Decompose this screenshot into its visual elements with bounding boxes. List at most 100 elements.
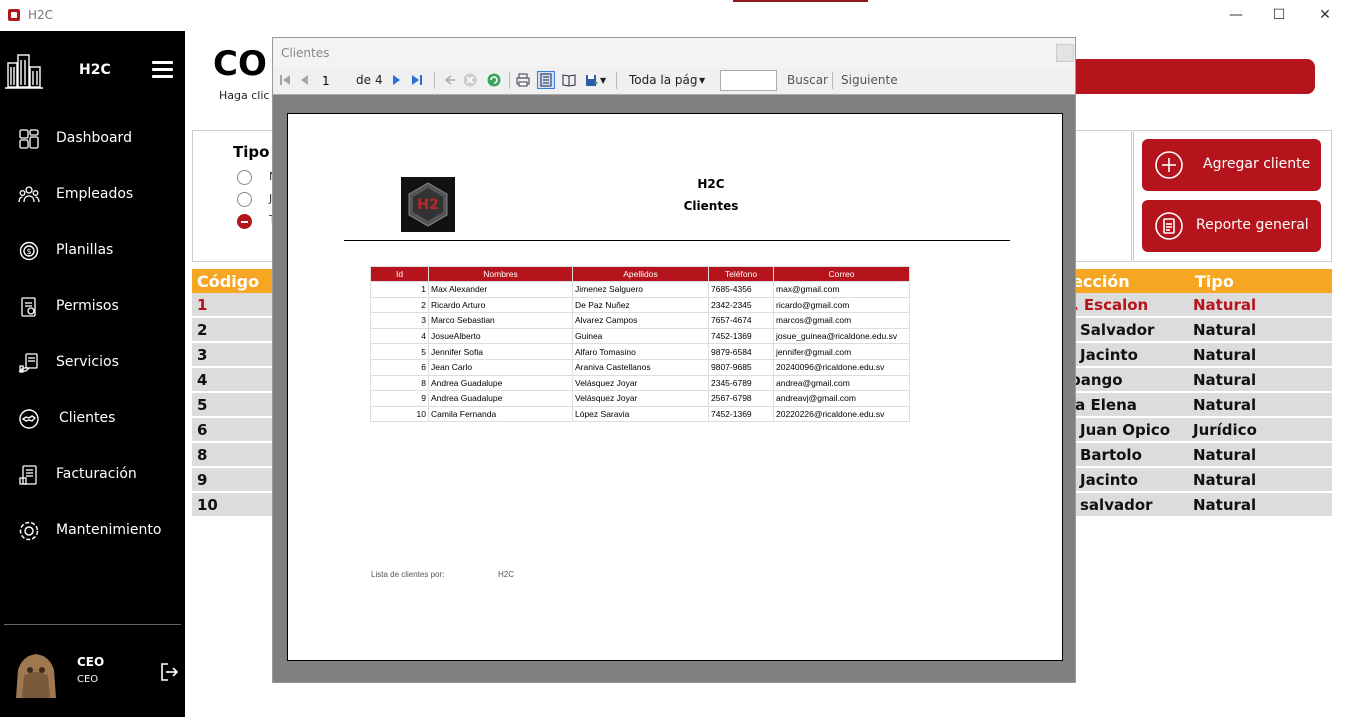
report-column-header: Apellidos bbox=[572, 266, 709, 282]
logout-icon[interactable] bbox=[158, 661, 180, 683]
table-cell-address: Bartolo bbox=[1080, 446, 1142, 464]
next-page-icon[interactable] bbox=[388, 72, 404, 88]
table-cell-type: Natural bbox=[1193, 496, 1257, 514]
payroll-icon: $ bbox=[19, 241, 39, 261]
sidebar-item-label: Dashboard bbox=[56, 130, 132, 146]
add-client-button[interactable]: Agregar cliente bbox=[1142, 139, 1321, 191]
report-cell: JosueAlberto bbox=[428, 327, 573, 345]
table-cell-code: 1 bbox=[197, 296, 208, 314]
report-cell: Andrea Guadalupe bbox=[428, 390, 573, 407]
table-cell-code: 10 bbox=[197, 496, 218, 514]
chevron-down-icon[interactable]: ▼ bbox=[600, 76, 606, 85]
report-page: H2 H2C Clientes Id Nombres Apellidos Tel… bbox=[287, 113, 1063, 661]
sidebar-item-planillas[interactable]: $ Planillas bbox=[0, 231, 185, 271]
dialog-titlebar: Clientes bbox=[273, 38, 1075, 67]
table-cell-address: Jacinto bbox=[1080, 346, 1138, 364]
sidebar-item-empleados[interactable]: Empleados bbox=[0, 175, 185, 215]
report-cell: 7685-4356 bbox=[708, 281, 774, 298]
report-cell: max@gmail.com bbox=[773, 281, 910, 298]
report-cell: 1 bbox=[370, 281, 429, 298]
table-cell-type: Natural bbox=[1193, 346, 1257, 364]
sidebar-item-servicios[interactable]: Servicios bbox=[0, 343, 185, 383]
page-of-label: de bbox=[356, 73, 371, 87]
report-row: 3 Marco Sebastian Alvarez Campos 7657-4674 m… bbox=[370, 312, 910, 329]
previous-page-icon[interactable] bbox=[297, 72, 313, 88]
sidebar-item-dashboard[interactable]: Dashboard bbox=[0, 119, 185, 159]
report-row: 8 Andrea Guadalupe Velásquez Joyar 2345-678… bbox=[370, 374, 910, 392]
search-bar[interactable] bbox=[1060, 59, 1315, 94]
page-setup-icon[interactable] bbox=[561, 72, 577, 88]
report-cell: 2 bbox=[370, 296, 429, 314]
report-cell: josue_guinea@ricaldone.edu.sv bbox=[773, 327, 910, 345]
clipboard-icon bbox=[1155, 212, 1183, 240]
first-page-icon[interactable] bbox=[277, 72, 293, 88]
maintenance-icon bbox=[19, 521, 39, 541]
sidebar-item-permisos[interactable]: Permisos bbox=[0, 287, 185, 327]
report-cell: andreavj@gmail.com bbox=[773, 390, 910, 407]
table-cell-address: Salvador bbox=[1080, 321, 1155, 339]
report-cell: marcos@gmail.com bbox=[773, 312, 910, 329]
report-cell: 2345-6789 bbox=[708, 374, 774, 392]
report-column-header: Correo bbox=[773, 266, 910, 282]
close-button[interactable]: ✕ bbox=[1315, 5, 1335, 25]
report-footer-value: H2C bbox=[498, 570, 515, 579]
sidebar-item-clientes[interactable]: Clientes bbox=[0, 399, 185, 439]
report-cell: andrea@gmail.com bbox=[773, 374, 910, 392]
report-column-header: Teléfono bbox=[708, 266, 774, 282]
sidebar-item-label: Facturación bbox=[56, 466, 137, 482]
add-client-label: Agregar cliente bbox=[1203, 156, 1311, 172]
table-cell-type: Natural bbox=[1193, 471, 1257, 489]
billing-icon bbox=[19, 465, 37, 485]
print-icon[interactable] bbox=[515, 72, 531, 88]
page-number-input[interactable] bbox=[319, 70, 349, 91]
toolbar-separator bbox=[434, 72, 435, 89]
zoom-select[interactable]: Toda la pág bbox=[629, 73, 698, 87]
stop-icon[interactable] bbox=[462, 72, 478, 88]
report-footer-label: Lista de clientes por: bbox=[371, 570, 445, 579]
buildings-logo-icon bbox=[5, 54, 43, 89]
report-column-header: Nombres bbox=[428, 266, 573, 282]
sidebar-item-label: Clientes bbox=[59, 410, 116, 426]
find-text-input[interactable] bbox=[720, 70, 777, 91]
report-column-header: Id bbox=[370, 266, 429, 282]
table-cell-address: Juan Opico bbox=[1080, 421, 1171, 439]
page-title: CO bbox=[213, 44, 267, 84]
sidebar-item-facturacion[interactable]: Facturación bbox=[0, 455, 185, 495]
back-icon[interactable] bbox=[441, 72, 457, 88]
radio-juridico[interactable] bbox=[237, 192, 252, 207]
report-row: 6 Jean Carlo Araniva Castellanos 9807-9685 2… bbox=[370, 358, 910, 376]
maximize-button[interactable]: ☐ bbox=[1269, 5, 1289, 25]
print-layout-icon[interactable] bbox=[537, 71, 555, 89]
page-subtitle: Haga clic bbox=[219, 89, 270, 102]
table-cell-type: Natural bbox=[1193, 396, 1257, 414]
general-report-button[interactable]: Reporte general bbox=[1142, 200, 1321, 252]
last-page-icon[interactable] bbox=[409, 72, 425, 88]
sidebar-item-mantenimiento[interactable]: Mantenimiento bbox=[0, 511, 185, 551]
find-link[interactable]: Buscar bbox=[787, 73, 828, 87]
refresh-icon[interactable] bbox=[486, 72, 502, 88]
menu-toggle-icon[interactable] bbox=[152, 61, 173, 79]
report-cell: 20240096@ricaldone.edu.sv bbox=[773, 358, 910, 376]
table-cell-address: pango bbox=[1070, 371, 1123, 389]
report-cell: Jean Carlo bbox=[428, 358, 573, 376]
report-cell: Araniva Castellanos bbox=[572, 358, 709, 376]
report-company: H2C bbox=[697, 177, 725, 191]
toolbar-separator bbox=[832, 72, 833, 89]
find-next-link[interactable]: Siguiente bbox=[841, 73, 898, 87]
report-cell: 6 bbox=[370, 358, 429, 376]
radio-natural[interactable] bbox=[237, 170, 252, 185]
export-icon[interactable] bbox=[584, 72, 600, 88]
table-cell-code: 9 bbox=[197, 471, 208, 489]
window-titlebar: H2C — ☐ ✕ bbox=[0, 0, 1347, 31]
report-row: 2 Ricardo Arturo De Paz Nuñez 2342-2345 rica… bbox=[370, 296, 910, 314]
minimize-button[interactable]: — bbox=[1226, 5, 1246, 25]
toolbar-separator bbox=[509, 72, 510, 89]
report-cell: Alvarez Campos bbox=[572, 312, 709, 329]
report-cell: Velásquez Joyar bbox=[572, 374, 709, 392]
employees-icon bbox=[18, 186, 40, 203]
zoom-chevron-down-icon[interactable]: ▼ bbox=[699, 76, 705, 85]
report-cell: 2567-6798 bbox=[708, 390, 774, 407]
report-cell: 9807-9685 bbox=[708, 358, 774, 376]
radio-todos[interactable] bbox=[237, 214, 252, 229]
dialog-close-button[interactable] bbox=[1056, 44, 1074, 62]
